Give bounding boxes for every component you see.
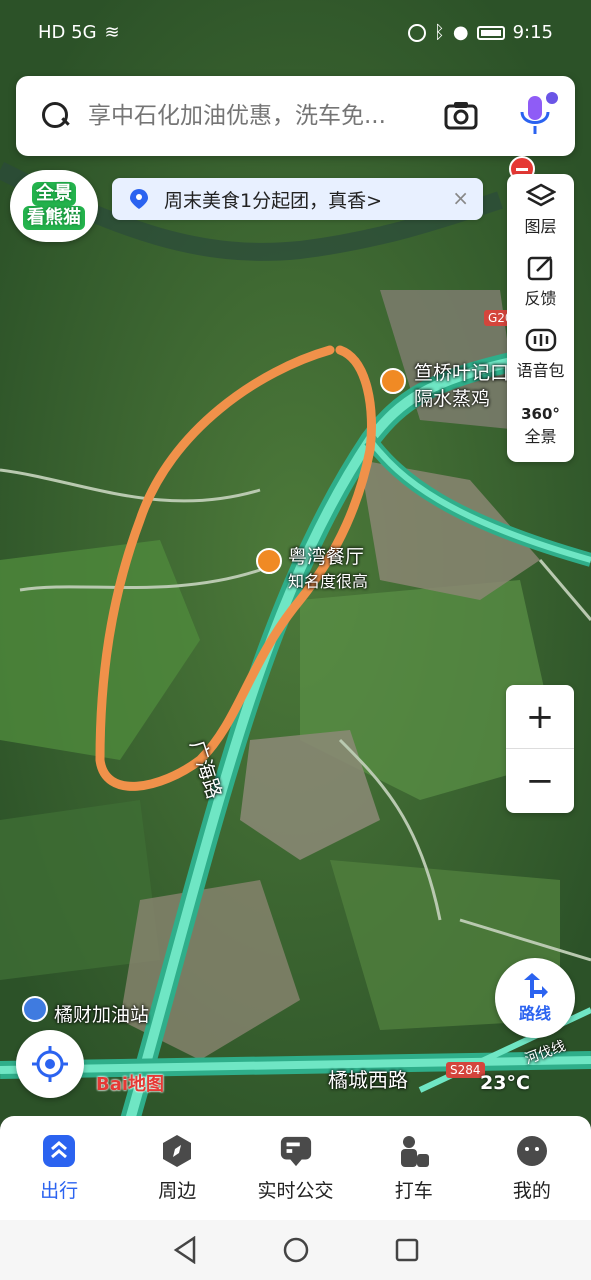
tab-realtime-bus[interactable]: 实时公交 — [236, 1116, 354, 1220]
screen: 笪桥叶记口 隔水蒸鸡 粤湾餐厅 知名度很高 广海路 橘城西路 河伐线 橘财加油站… — [0, 0, 591, 1280]
weather-temp: 23°C — [480, 1072, 530, 1094]
taxi-icon — [397, 1134, 431, 1168]
bottom-tab-bar: 出行 周边 实时公交 领券 打车 1 我的 — [0, 1116, 591, 1220]
route-button-label: 路线 — [518, 1004, 551, 1023]
highway-shield-s284: S284 — [446, 1062, 485, 1078]
travel-icon — [42, 1134, 76, 1168]
locate-button[interactable] — [16, 1030, 84, 1098]
status-bar: HD 5G ≋ ᛒ ● 9:15 — [0, 0, 591, 70]
compass-icon — [160, 1134, 194, 1168]
route-arrow-icon — [524, 973, 548, 998]
poi-name-2[interactable]: 粤湾餐厅 — [288, 542, 364, 569]
tab-taxi[interactable]: 领券 打车 — [355, 1116, 473, 1220]
system-nav-bar — [0, 1220, 591, 1280]
tool-panorama-label: 全景 — [524, 427, 557, 446]
poi-name-1[interactable]: 笪桥叶记口 — [414, 358, 509, 385]
network-indicator: HD 5G — [38, 22, 97, 43]
zoom-in-button[interactable]: + — [506, 685, 574, 749]
tab-mine[interactable]: 1 我的 — [473, 1116, 591, 1220]
locate-icon — [32, 1046, 68, 1082]
tool-layers[interactable]: 图层 — [507, 174, 574, 246]
tool-voice-pack[interactable]: 语音包 — [507, 318, 574, 390]
bus-icon — [279, 1134, 313, 1168]
zoom-out-button[interactable]: − — [506, 749, 574, 813]
location-pin-icon — [130, 189, 148, 209]
tab-realtime-bus-label: 实时公交 — [257, 1179, 334, 1202]
restaurant-poi-icon[interactable] — [256, 548, 282, 574]
clock: 9:15 — [512, 22, 553, 43]
restaurant-poi-icon[interactable] — [380, 368, 406, 394]
layers-icon — [525, 183, 556, 207]
tab-nearby-label: 周边 — [158, 1179, 197, 1202]
panda-badge-line1: 全景 — [32, 182, 76, 206]
gas-station-icon[interactable] — [22, 996, 48, 1022]
route-button[interactable]: 路线 — [495, 958, 575, 1038]
poi-subtitle-1[interactable]: 隔水蒸鸡 — [414, 384, 490, 411]
voice-pack-icon — [525, 328, 556, 352]
profile-icon — [515, 1134, 549, 1168]
tool-layers-label: 图层 — [524, 217, 557, 236]
satellite-map[interactable]: 笪桥叶记口 隔水蒸鸡 粤湾餐厅 知名度很高 广海路 橘城西路 河伐线 橘财加油站… — [0, 0, 591, 1120]
promo-banner[interactable]: 周末美食1分起团，真香> × — [112, 178, 483, 220]
battery-icon — [476, 25, 505, 40]
panda-badge-line2: 看熊猫 — [23, 206, 85, 230]
alarm-icon — [408, 23, 427, 42]
location-icon: ● — [452, 22, 469, 43]
tool-feedback-label: 反馈 — [524, 289, 557, 308]
tab-mine-label: 我的 — [512, 1179, 551, 1202]
wifi-icon: ≋ — [104, 22, 120, 43]
tab-nearby[interactable]: 周边 — [118, 1116, 236, 1220]
voice-assistant-icon[interactable] — [516, 92, 558, 138]
home-icon[interactable] — [282, 1236, 310, 1264]
tab-travel[interactable]: 出行 — [0, 1116, 118, 1220]
tab-taxi-label: 打车 — [394, 1179, 433, 1202]
zoom-controls: + − — [506, 685, 574, 813]
tab-travel-label: 出行 — [40, 1179, 79, 1202]
bluetooth-icon: ᛒ — [434, 22, 445, 43]
gas-station-label[interactable]: 橘财加油站 — [54, 1000, 149, 1027]
feedback-icon — [527, 256, 552, 281]
camera-icon[interactable] — [444, 100, 478, 130]
poi-subtitle-2[interactable]: 知名度很高 — [288, 568, 368, 592]
panorama-panda-badge[interactable]: 全景 看熊猫 — [10, 170, 98, 242]
search-input[interactable] — [88, 103, 408, 129]
tool-panorama[interactable]: 360° 全景 — [507, 390, 574, 462]
close-icon[interactable]: × — [452, 186, 469, 210]
baidu-map-logo: Bai地图 — [96, 1074, 165, 1095]
search-bar[interactable] — [16, 76, 575, 156]
tool-feedback[interactable]: 反馈 — [507, 246, 574, 318]
road-label-jucheng: 橘城西路 — [328, 1068, 408, 1092]
promo-text: 周末美食1分起团，真香> — [164, 189, 383, 212]
back-icon[interactable] — [172, 1236, 198, 1264]
panorama-360-icon: 360° — [521, 405, 560, 423]
search-icon — [42, 102, 70, 130]
tool-voice-pack-label: 语音包 — [516, 361, 565, 380]
map-tools-panel: 图层 反馈 语音包 360° 全景 — [507, 174, 574, 462]
recents-icon[interactable] — [394, 1237, 420, 1263]
